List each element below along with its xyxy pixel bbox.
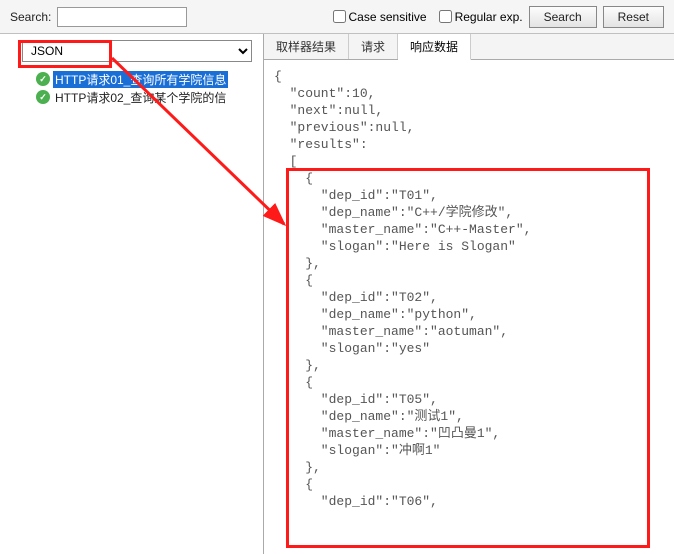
tab-response-data[interactable]: 响应数据 (398, 34, 471, 60)
case-sensitive-checkbox[interactable]: Case sensitive (333, 10, 427, 24)
tab-sampler-result[interactable]: 取样器结果 (264, 34, 349, 59)
regex-checkbox[interactable]: Regular exp. (439, 10, 523, 24)
check-icon: ✓ (36, 90, 50, 104)
right-panel: 取样器结果 请求 响应数据 { "count":10, "next":null,… (264, 34, 674, 554)
regex-label: Regular exp. (455, 10, 523, 24)
reset-button[interactable]: Reset (603, 6, 664, 28)
search-label: Search: (10, 10, 51, 24)
tab-request[interactable]: 请求 (349, 34, 398, 59)
case-sensitive-label: Case sensitive (349, 10, 427, 24)
tree-item-label: HTTP请求02_查询某个学院的信 (53, 89, 228, 106)
response-body[interactable]: { "count":10, "next":null, "previous":nu… (264, 60, 674, 554)
tree: ✓ HTTP请求01_查询所有学院信息 ✓ HTTP请求02_查询某个学院的信 (0, 66, 263, 110)
tree-item-label: HTTP请求01_查询所有学院信息 (53, 71, 228, 88)
search-input[interactable] (57, 7, 187, 27)
search-bar: Search: Case sensitive Regular exp. Sear… (0, 0, 674, 34)
case-sensitive-box[interactable] (333, 10, 346, 23)
main-split: JSON ✓ HTTP请求01_查询所有学院信息 ✓ HTTP请求02_查询某个… (0, 34, 674, 554)
tree-item[interactable]: ✓ HTTP请求01_查询所有学院信息 (6, 70, 257, 88)
format-selector-row: JSON (0, 34, 263, 66)
check-icon: ✓ (36, 72, 50, 86)
tree-item[interactable]: ✓ HTTP请求02_查询某个学院的信 (6, 88, 257, 106)
left-panel: JSON ✓ HTTP请求01_查询所有学院信息 ✓ HTTP请求02_查询某个… (0, 34, 264, 554)
search-button[interactable]: Search (529, 6, 597, 28)
regex-box[interactable] (439, 10, 452, 23)
tabs: 取样器结果 请求 响应数据 (264, 34, 674, 60)
format-selector[interactable]: JSON (22, 40, 252, 62)
